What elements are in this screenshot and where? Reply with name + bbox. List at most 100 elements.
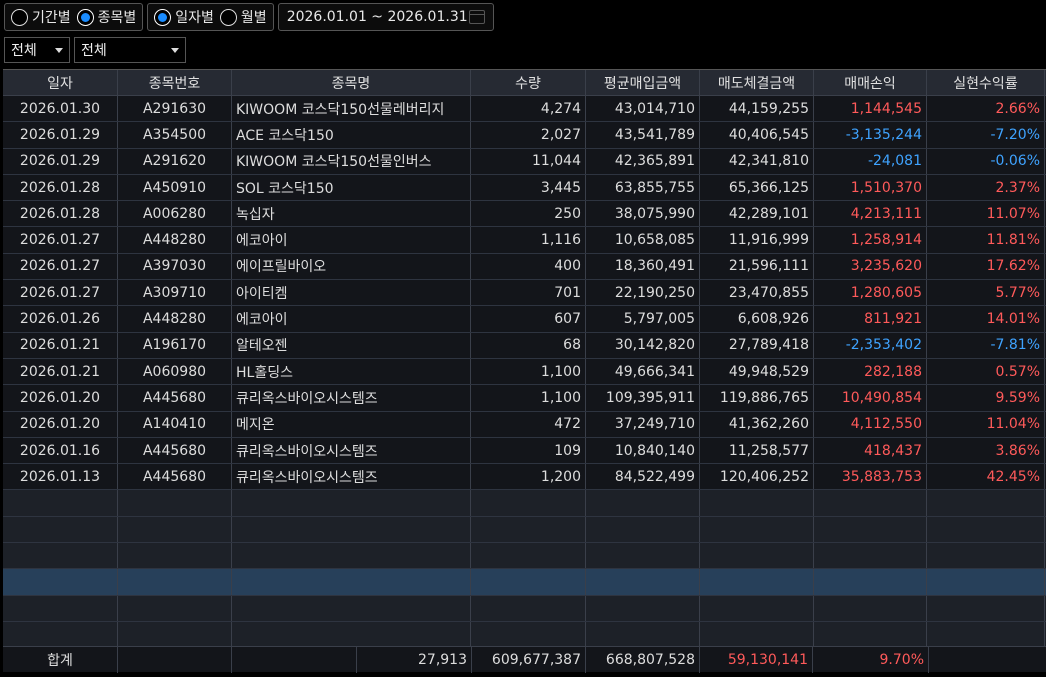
- header-pnl[interactable]: 매매손익: [814, 70, 927, 95]
- cell-date: 2026.01.21: [3, 358, 118, 385]
- cell-date: 2026.01.29: [3, 122, 118, 148]
- cell-qty: 109: [471, 437, 586, 464]
- table-row[interactable]: 2026.01.27 A309710 아이티켐 701 22,190,250 23,470…: [3, 280, 1046, 307]
- total-avg-buy: 609,677,387: [472, 647, 586, 673]
- empty-cell: [586, 595, 700, 621]
- empty-row[interactable]: [3, 595, 1046, 622]
- cell-pnl: -2,353,402: [814, 332, 927, 358]
- empty-cell: [927, 621, 1045, 648]
- cell-name: 알테오젠: [232, 332, 471, 358]
- cell-rate: 42.45%: [927, 464, 1045, 490]
- filter-select-1[interactable]: 전체: [4, 37, 70, 63]
- table-row[interactable]: 2026.01.29 A291620 KIWOOM 코스닥150선물인버스 11,04…: [3, 148, 1046, 175]
- radio-monthly-dot[interactable]: [219, 8, 237, 26]
- table-row[interactable]: 2026.01.28 A006280 녹십자 250 38,075,990 42,289,…: [3, 201, 1046, 228]
- cell-name: 에코아이: [232, 306, 471, 332]
- empty-cell: [700, 543, 814, 569]
- header-qty[interactable]: 수량: [471, 70, 586, 95]
- header-sell[interactable]: 매도체결금액: [700, 70, 814, 95]
- empty-cell: [927, 543, 1045, 569]
- cell-qty: 701: [471, 280, 586, 306]
- cell-sell: 120,406,252: [700, 464, 814, 490]
- toolbar: 기간별 종목별 일자별 월별 2026.01.01 ~ 2026.01.31: [4, 3, 494, 31]
- cell-pnl: 1,258,914: [814, 227, 927, 253]
- cell-avg-buy: 42,365,891: [586, 148, 700, 174]
- radio-daily[interactable]: 일자별: [154, 7, 214, 27]
- empty-cell: [586, 543, 700, 569]
- cell-date: 2026.01.29: [3, 148, 118, 174]
- view-mode-group: 기간별 종목별: [4, 3, 144, 31]
- table-row[interactable]: 2026.01.27 A397030 에이프릴바이오 400 18,360,491 21,…: [3, 253, 1046, 281]
- radio-by-stock[interactable]: 종목별: [76, 7, 137, 27]
- cell-sell: 11,258,577: [700, 437, 814, 464]
- table-row[interactable]: 2026.01.13 A445680 큐리옥스바이오시스템즈 1,200 84,522,…: [3, 464, 1046, 491]
- total-pnl: 59,130,141: [700, 647, 813, 673]
- calendar-icon[interactable]: [468, 10, 485, 24]
- filter-select-1-value: 전체: [11, 43, 37, 59]
- empty-cell: [232, 490, 471, 516]
- radio-by-period[interactable]: 기간별: [11, 7, 71, 27]
- cell-rate: 17.62%: [927, 253, 1045, 280]
- cell-sell: 40,406,545: [700, 122, 814, 148]
- header-code[interactable]: 종목번호: [118, 70, 232, 95]
- cell-rate: -7.81%: [927, 332, 1045, 358]
- radio-daily-dot[interactable]: [154, 8, 172, 26]
- filter-select-2[interactable]: 전체: [74, 37, 186, 63]
- header-rate[interactable]: 실현수익률: [927, 70, 1045, 95]
- empty-cell: [118, 543, 232, 569]
- cell-code: A140410: [118, 411, 232, 437]
- chevron-down-icon: [55, 47, 63, 53]
- table-row[interactable]: 2026.01.29 A354500 ACE 코스닥150 2,027 43,541,7…: [3, 122, 1046, 149]
- table-row[interactable]: 2026.01.27 A448280 에코아이 1,116 10,658,085 11,9…: [3, 227, 1046, 254]
- empty-cell: [586, 516, 700, 543]
- cell-avg-buy: 5,797,005: [586, 306, 700, 332]
- table-row[interactable]: 2026.01.16 A445680 큐리옥스바이오시스템즈 109 10,840,14…: [3, 437, 1046, 465]
- empty-cell: [3, 621, 118, 648]
- radio-by-stock-dot[interactable]: [76, 8, 94, 26]
- empty-cell: [700, 516, 814, 543]
- cell-sell: 21,596,111: [700, 253, 814, 280]
- total-sell: 668,807,528: [586, 647, 700, 673]
- cell-name: 큐리옥스바이오시스템즈: [232, 437, 471, 464]
- radio-by-stock-label: 종목별: [97, 10, 137, 26]
- empty-cell: [118, 569, 232, 595]
- empty-row[interactable]: [3, 516, 1046, 544]
- cell-avg-buy: 43,541,789: [586, 122, 700, 148]
- empty-row[interactable]: [3, 490, 1046, 517]
- table-row[interactable]: 2026.01.20 A445680 큐리옥스바이오시스템즈 1,100 109,395…: [3, 385, 1046, 412]
- cell-avg-buy: 43,014,710: [586, 96, 700, 122]
- empty-row[interactable]: [3, 621, 1046, 649]
- date-range-input[interactable]: 2026.01.01 ~ 2026.01.31: [277, 3, 494, 31]
- empty-cell: [700, 569, 814, 595]
- header-avg-buy[interactable]: 평균매입금액: [586, 70, 700, 95]
- table-row[interactable]: 2026.01.30 A291630 KIWOOM 코스닥150선물레버리지 4,27…: [3, 96, 1046, 123]
- empty-cell: [927, 490, 1045, 516]
- cell-code: A450910: [118, 174, 232, 201]
- radio-monthly[interactable]: 월별: [219, 7, 267, 27]
- empty-cell: [471, 595, 586, 621]
- cell-qty: 1,200: [471, 464, 586, 490]
- table-row[interactable]: 2026.01.26 A448280 에코아이 607 5,797,005 6,608,9…: [3, 306, 1046, 333]
- empty-cell: [814, 621, 927, 648]
- empty-cell: [814, 595, 927, 621]
- header-date[interactable]: 일자: [3, 70, 118, 95]
- cell-sell: 23,470,855: [700, 280, 814, 306]
- cell-rate: 11.04%: [927, 411, 1045, 437]
- cell-pnl: 811,921: [814, 306, 927, 332]
- table-row[interactable]: 2026.01.21 A196170 알테오젠 68 30,142,820 27,789,…: [3, 332, 1046, 359]
- empty-cell: [232, 621, 471, 648]
- radio-by-period-dot[interactable]: [11, 8, 28, 26]
- empty-cell: [700, 621, 814, 648]
- filter-bar: 전체 전체: [4, 37, 186, 63]
- empty-row[interactable]: [3, 543, 1046, 570]
- empty-cell: [586, 490, 700, 516]
- header-name[interactable]: 종목명: [232, 70, 471, 95]
- empty-row[interactable]: [3, 569, 1046, 596]
- chevron-down-icon: [171, 47, 179, 53]
- table-row[interactable]: 2026.01.28 A450910 SOL 코스닥150 3,445 63,855,7…: [3, 174, 1046, 202]
- table-row[interactable]: 2026.01.21 A060980 HL홀딩스 1,100 49,666,341 49,…: [3, 358, 1046, 386]
- cell-date: 2026.01.28: [3, 174, 118, 201]
- empty-cell: [471, 516, 586, 543]
- empty-cell: [118, 595, 232, 621]
- table-row[interactable]: 2026.01.20 A140410 메지온 472 37,249,710 41,362,…: [3, 411, 1046, 438]
